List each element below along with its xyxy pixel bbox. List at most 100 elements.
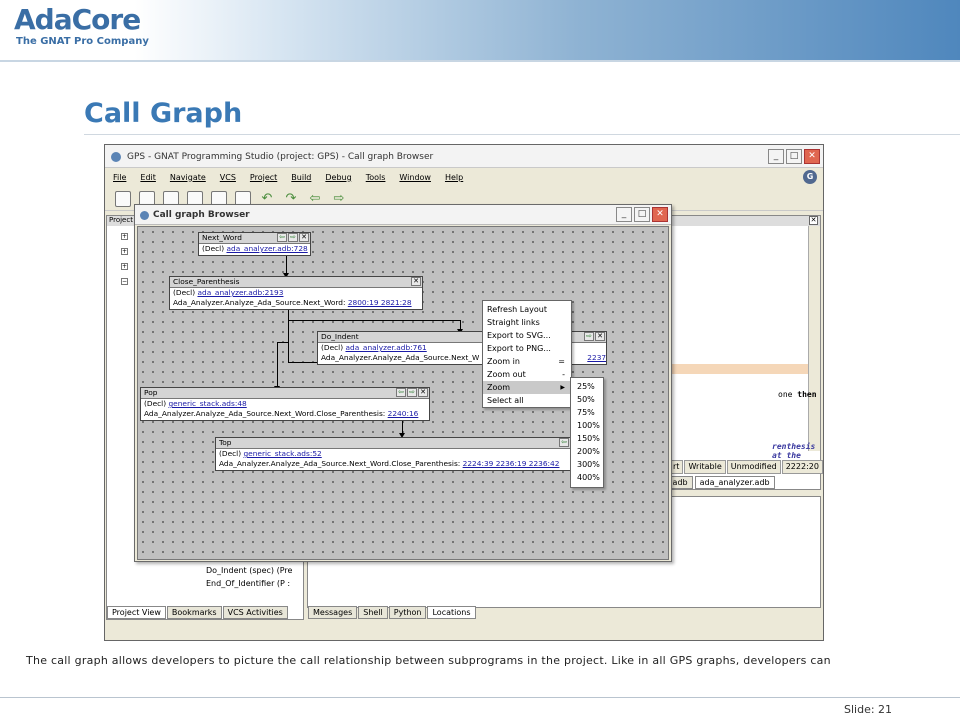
decl-label: (Decl) — [202, 244, 227, 253]
menu-item-zoom-out[interactable]: Zoom out - — [483, 368, 571, 381]
menu-tools[interactable]: Tools — [366, 173, 386, 182]
decl-label: (Decl) — [173, 288, 198, 297]
call-site-links[interactable]: 2224:39 2236:19 2236:42 — [463, 459, 560, 468]
call-graph-titlebar: Call graph Browser _ □ ✕ — [135, 205, 671, 225]
decl-link[interactable]: ada_analyzer.adb:728 — [226, 244, 307, 253]
callers-icon[interactable]: ⇦ — [396, 388, 406, 397]
menu-debug[interactable]: Debug — [325, 173, 351, 182]
call-edge — [288, 309, 289, 363]
editor-scrollbar[interactable] — [808, 226, 820, 451]
close-icon[interactable]: ✕ — [809, 216, 818, 225]
call-site-links[interactable]: 2240:16 — [388, 409, 419, 418]
menu-item-straight-links[interactable]: Straight links — [483, 316, 571, 329]
call-graph-app-icon — [140, 211, 149, 220]
zoom-submenu: 25% 50% 75% 100% 150% 200% 300% 400% — [570, 377, 604, 488]
menu-edit[interactable]: Edit — [140, 173, 156, 182]
context-menu: Refresh Layout Straight links Export to … — [482, 300, 572, 408]
close-button[interactable]: ✕ — [804, 149, 820, 164]
file-tabs: .adb ada_analyzer.adb — [665, 476, 775, 489]
slide-title: Call Graph — [84, 98, 243, 129]
status-cursor-position: 2222:20 — [781, 460, 823, 474]
callees-icon[interactable]: ⇨ — [584, 332, 594, 341]
tree-expand-icon[interactable]: + — [121, 248, 128, 255]
code-comment: renthesis at the — [772, 442, 816, 460]
menu-item-select-all[interactable]: Select all — [483, 394, 571, 407]
call-site-text: Ada_Analyzer.Analyze_Ada_Source.Next_Wor… — [144, 408, 388, 418]
call-site-links[interactable]: 2800:19 2821:28 — [348, 298, 412, 307]
left-pane-tabs: Project View Bookmarks VCS Activities — [107, 606, 288, 619]
callees-icon[interactable]: ⇨ — [288, 233, 298, 242]
footer-divider — [0, 697, 960, 698]
maximize-button[interactable]: □ — [786, 149, 802, 164]
call-site-links[interactable]: 2237:19 — [587, 353, 606, 362]
file-tab[interactable]: ada_analyzer.adb — [694, 476, 775, 489]
zoom-option[interactable]: 200% — [571, 445, 603, 458]
menu-project[interactable]: Project — [250, 173, 277, 182]
tab-locations[interactable]: Locations — [427, 606, 476, 619]
tab-vcs-activities[interactable]: VCS Activities — [222, 606, 288, 619]
tree-collapse-icon[interactable]: − — [121, 278, 128, 285]
slide: AdaCore The GNAT Pro Company Call Graph … — [0, 0, 960, 720]
menu-navigate[interactable]: Navigate — [170, 173, 206, 182]
call-edge — [288, 320, 460, 321]
tab-messages[interactable]: Messages — [308, 606, 358, 619]
menu-item-export-svg[interactable]: Export to SVG... — [483, 329, 571, 342]
zoom-option[interactable]: 100% — [571, 419, 603, 432]
menu-item-zoom[interactable]: Zoom ▶ — [483, 381, 571, 394]
zoom-option[interactable]: 300% — [571, 458, 603, 471]
shortcut-label: - — [562, 370, 565, 379]
slide-number: Slide: 21 — [844, 703, 893, 716]
callers-icon[interactable]: ⇦ — [559, 438, 569, 447]
menu-file[interactable]: File — [113, 173, 126, 182]
callers-icon[interactable]: ⇦ — [277, 233, 287, 242]
close-node-icon[interactable]: ✕ — [595, 332, 605, 341]
new-file-icon[interactable] — [115, 190, 131, 207]
close-button[interactable]: ✕ — [652, 207, 668, 222]
graph-node-pop[interactable]: Pop ⇦ ⇨ ✕ (Decl) generic_stack.ads:48 Ada_… — [140, 387, 430, 421]
minimize-button[interactable]: _ — [768, 149, 784, 164]
maximize-button[interactable]: □ — [634, 207, 650, 222]
menu-item-label: Zoom in — [487, 357, 520, 366]
tab-python[interactable]: Python — [388, 606, 427, 619]
decl-link[interactable]: generic_stack.ads:48 — [168, 399, 246, 408]
menu-item-export-png[interactable]: Export to PNG... — [483, 342, 571, 355]
graph-node-next-word[interactable]: Next_Word ⇦ ⇨ ✕ (Decl) ada_analyzer.adb:72… — [198, 232, 311, 256]
decl-label: (Decl) — [144, 399, 169, 408]
menu-item-refresh-layout[interactable]: Refresh Layout — [483, 303, 571, 316]
minimize-button[interactable]: _ — [616, 207, 632, 222]
gps-titlebar: GPS - GNAT Programming Studio (project: … — [105, 145, 823, 168]
callees-icon[interactable]: ⇨ — [407, 388, 417, 397]
close-node-icon[interactable]: ✕ — [411, 277, 421, 286]
decl-link[interactable]: generic_stack.ads:52 — [243, 449, 321, 458]
graph-node-top[interactable]: Top ⇦ (Decl) generic_stack.ads:52 Ada_An… — [215, 437, 571, 471]
decl-label: (Decl) — [219, 449, 244, 458]
zoom-option[interactable]: 50% — [571, 393, 603, 406]
tab-project-view[interactable]: Project View — [107, 606, 166, 619]
call-edge — [277, 342, 288, 343]
graph-node-close-parenthesis[interactable]: Close_Parenthesis ✕ (Decl) ada_analyzer.… — [169, 276, 423, 310]
tree-expand-icon[interactable]: + — [121, 263, 128, 270]
menu-vcs[interactable]: VCS — [220, 173, 236, 182]
decl-link[interactable]: ada_analyzer.adb:761 — [345, 343, 426, 352]
close-node-icon[interactable]: ✕ — [418, 388, 428, 397]
menu-item-zoom-in[interactable]: Zoom in = — [483, 355, 571, 368]
tab-shell[interactable]: Shell — [358, 606, 388, 619]
zoom-option[interactable]: 400% — [571, 471, 603, 484]
decl-link[interactable]: ada_analyzer.adb:2193 — [197, 288, 283, 297]
menu-build[interactable]: Build — [291, 173, 311, 182]
tree-expand-icon[interactable]: + — [121, 233, 128, 240]
code-text: one — [778, 390, 798, 399]
call-edge — [402, 420, 403, 434]
menu-help[interactable]: Help — [445, 173, 463, 182]
gps-window-title: GPS - GNAT Programming Studio (project: … — [127, 152, 434, 162]
tree-item[interactable]: Do_Indent (spec) (Pre — [206, 566, 292, 575]
tree-item[interactable]: End_Of_Identifier (P : — [206, 579, 290, 588]
zoom-option[interactable]: 75% — [571, 406, 603, 419]
close-node-icon[interactable]: ✕ — [299, 233, 309, 242]
zoom-option[interactable]: 25% — [571, 380, 603, 393]
zoom-option[interactable]: 150% — [571, 432, 603, 445]
tab-bookmarks[interactable]: Bookmarks — [166, 606, 222, 619]
menu-window[interactable]: Window — [399, 173, 431, 182]
shortcut-label: = — [558, 357, 565, 366]
submenu-arrow-icon: ▶ — [560, 384, 565, 391]
